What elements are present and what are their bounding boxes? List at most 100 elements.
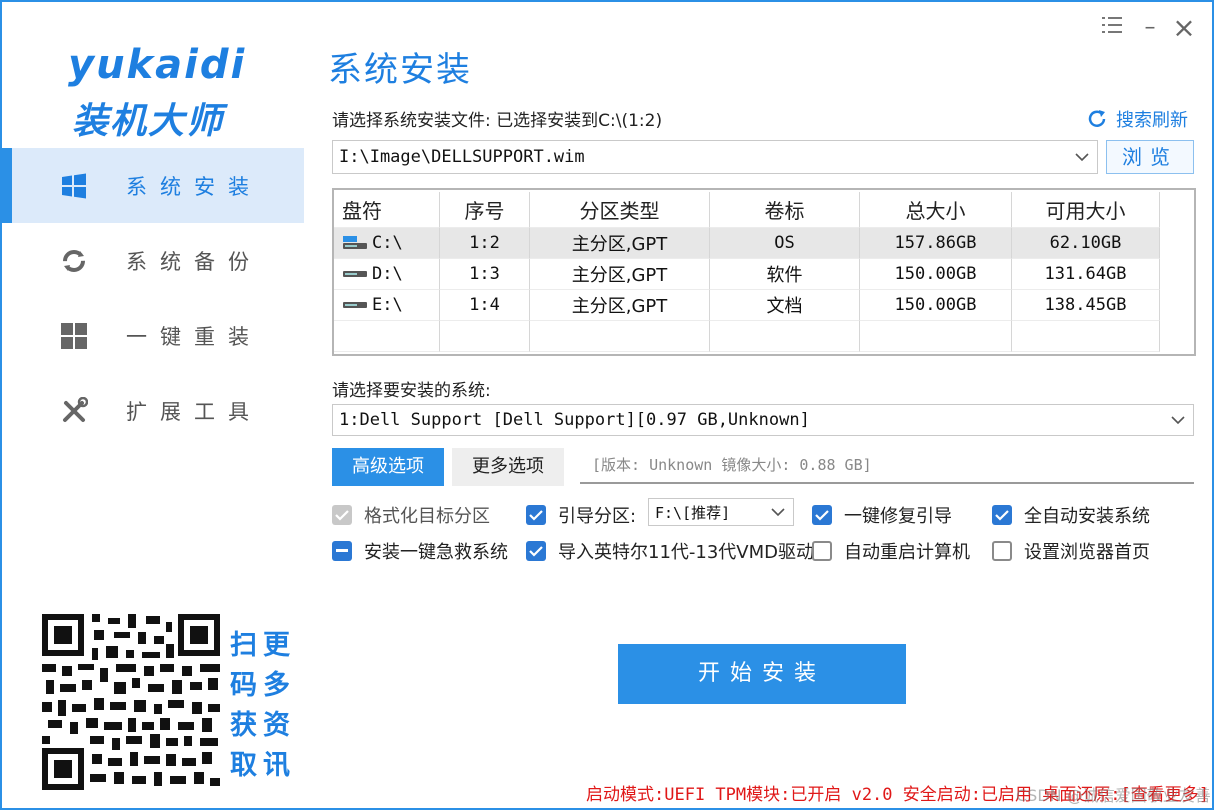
logo-subtitle: 装机大师 [72,101,225,142]
sidebar-item-system-backup[interactable]: 系统备份 [2,223,304,298]
option-label: 设置浏览器首页 [1024,542,1150,563]
format-target-checkbox[interactable]: 格式化目标分区 [332,502,490,528]
table-row-empty [334,321,1160,352]
sidebar-nav: 系统安装 系统备份 一键重装 扩展工具 [2,148,304,448]
drive-icon [343,271,367,277]
option-label: 自动重启计算机 [844,542,970,563]
sidebar-item-label: 扩展工具 [126,399,262,424]
refresh-label: 搜索刷新 [1116,110,1188,131]
column-header: 可用大小 [1012,192,1160,228]
option-label: 引导分区: [558,506,637,527]
refresh-button[interactable]: 搜索刷新 [1086,106,1188,132]
option-label: 全自动安装系统 [1024,506,1150,527]
volume-label: OS [710,228,860,259]
qr-caption: 扫更 码多 获资 取讯 [230,626,300,786]
drive-cell: E:\ [334,290,440,321]
checkbox-checked [526,505,546,525]
windows-icon [60,172,88,200]
minimize-button[interactable]: – [1136,14,1164,42]
system-select-label: 请选择要安装的系统: [332,381,491,401]
app-window: – × yukaidi 装机大师 系统安装 系统备份 一键重装 扩展工具 扫更 … [0,0,1214,810]
option-label: 一键修复引导 [844,506,952,527]
qr-caption-line: 扫更 [230,630,296,661]
start-install-button[interactable]: 开始安装 [618,644,906,704]
drive-cell: D:\ [334,259,440,290]
watermark: CSDN @诚信爱国敬业友善 [1016,786,1211,805]
total-size: 150.00GB [860,290,1012,321]
rescue-system-checkbox[interactable]: 安装一键急救系统 [332,538,508,564]
tab-advanced-options[interactable]: 高级选项 [332,448,444,486]
checkbox-checked [992,505,1012,525]
tools-icon [60,396,89,425]
drive-letter: D:\ [372,264,403,284]
logo-text: yukaidi [68,42,247,88]
file-select-label: 请选择系统安装文件: 已选择安装到C:\(1:2) [332,111,663,131]
qr-caption-line: 获资 [230,710,296,741]
checkbox-unchecked [992,541,1012,561]
refresh-icon [1088,110,1106,127]
total-size: 157.86GB [860,228,1012,259]
auto-restart-checkbox[interactable]: 自动重启计算机 [812,538,970,564]
close-button[interactable]: × [1170,14,1198,42]
partition-type: 主分区,GPT [530,259,710,290]
volume-label: 文档 [710,290,860,321]
partition-type: 主分区,GPT [530,290,710,321]
checkbox-checked-disabled [332,505,352,525]
drive-letter: C:\ [372,233,403,253]
free-size: 138.45GB [1012,290,1160,321]
chevron-down-icon [1171,416,1185,425]
sidebar-item-label: 系统安装 [126,174,262,199]
drive-icon [343,302,367,308]
column-header: 分区类型 [530,192,710,228]
image-version-info: [版本: Unknown 镜像大小: 0.88 GB] [580,450,1194,484]
sidebar-item-system-install[interactable]: 系统安装 [2,148,304,223]
qr-caption-line: 取讯 [230,750,296,781]
checkbox-unchecked [812,541,832,561]
tiles-icon [60,322,88,350]
repair-boot-checkbox[interactable]: 一键修复引导 [812,502,952,528]
chevron-down-icon [1075,153,1089,162]
table-row[interactable]: C:\ 1:2 主分区,GPT OS 157.86GB 62.10GB [334,228,1160,259]
qr-caption-line: 码多 [230,670,296,701]
option-label: 安装一键急救系统 [364,542,508,563]
total-size: 150.00GB [860,259,1012,290]
menu-icon[interactable] [1098,14,1126,42]
sidebar-item-label: 系统备份 [126,249,262,274]
column-header: 序号 [440,192,530,228]
system-image-select[interactable]: 1:Dell Support [Dell Support][0.97 GB,Un… [332,404,1194,436]
drive-cell: C:\ [334,228,440,259]
checkbox-checked [812,505,832,525]
sidebar-item-one-click-reinstall[interactable]: 一键重装 [2,298,304,373]
sidebar-item-label: 一键重装 [126,324,262,349]
free-size: 62.10GB [1012,228,1160,259]
checkbox-indeterminate [332,541,352,561]
free-size: 131.64GB [1012,259,1160,290]
chevron-down-icon [771,508,785,517]
sidebar-item-extension-tools[interactable]: 扩展工具 [2,373,304,448]
column-header: 盘符 [334,192,440,228]
refresh-icon [60,247,88,275]
partition-index: 1:4 [440,290,530,321]
tab-more-options[interactable]: 更多选项 [452,448,564,486]
import-vmd-driver-checkbox[interactable]: 导入英特尔11代-13代VMD驱动 [526,538,814,564]
auto-install-checkbox[interactable]: 全自动安装系统 [992,502,1150,528]
column-header: 总大小 [860,192,1012,228]
table-row[interactable]: E:\ 1:4 主分区,GPT 文档 150.00GB 138.45GB [334,290,1160,321]
drive-letter: E:\ [372,295,403,315]
system-drive-icon [343,236,367,249]
wim-file-select[interactable]: I:\Image\DELLSUPPORT.wim [332,140,1098,174]
partition-index: 1:3 [440,259,530,290]
page-title: 系统安装 [328,50,472,90]
qr-code [42,614,220,790]
system-image-value: 1:Dell Support [Dell Support][0.97 GB,Un… [339,410,810,430]
table-row[interactable]: D:\ 1:3 主分区,GPT 软件 150.00GB 131.64GB [334,259,1160,290]
partition-table: 盘符 序号 分区类型 卷标 总大小 可用大小 C:\ 1:2 主分区,GPT O… [332,188,1196,356]
boot-partition-select[interactable]: F:\[推荐] [648,498,794,526]
boot-partition-checkbox[interactable]: 引导分区: [526,502,636,528]
partition-type: 主分区,GPT [530,228,710,259]
browse-button[interactable]: 浏览 [1106,140,1194,174]
sidebar: yukaidi 装机大师 系统安装 系统备份 一键重装 扩展工具 扫更 码多 获… [2,2,304,808]
checkbox-checked [526,541,546,561]
set-homepage-checkbox[interactable]: 设置浏览器首页 [992,538,1150,564]
table-header: 盘符 序号 分区类型 卷标 总大小 可用大小 [334,192,1160,228]
